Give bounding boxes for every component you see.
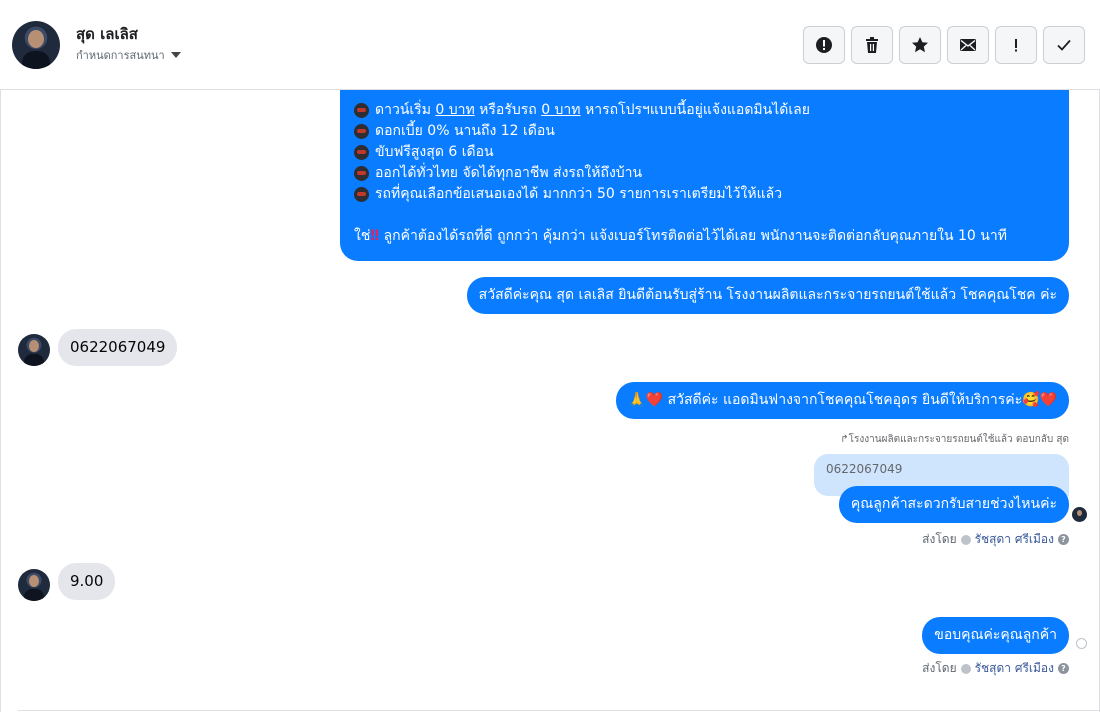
spam-button[interactable] bbox=[803, 26, 845, 64]
mark-unread-button[interactable] bbox=[947, 26, 989, 64]
envelope-icon bbox=[960, 39, 976, 51]
exclamation-icon bbox=[1015, 39, 1017, 52]
reply-context-label: ↱โรงงานผลิตและกระจายรถยนต์ใช้แล้ว ตอบกลั… bbox=[840, 434, 1069, 445]
check-icon bbox=[1057, 39, 1071, 51]
customer-time-bubble[interactable]: 9.00 bbox=[58, 563, 116, 600]
conversation-header: สุด เลเลิส กำหนดการสนทนา bbox=[0, 0, 1100, 90]
customer-phone-bubble[interactable]: 0622067049 bbox=[58, 329, 178, 366]
composer-divider bbox=[18, 710, 1100, 711]
seen-avatar bbox=[1072, 507, 1087, 522]
message-list[interactable]: ดาวน์เริ่ม 0 บาท หรือรับรถ 0 บาท หารถโปร… bbox=[0, 90, 1100, 710]
sender-name[interactable]: รัชสุดา ศรีเมือง bbox=[975, 659, 1054, 678]
car-emoji-icon bbox=[354, 103, 369, 118]
sent-status-icon bbox=[1076, 638, 1087, 649]
double-exclamation-icon: ‼ bbox=[370, 228, 380, 244]
sender-name[interactable]: รัชสุดา ศรีเมือง bbox=[975, 530, 1054, 549]
welcome-message-bubble[interactable]: สวัสดีค่ะคุณ สุด เลเลิส ยินดีต้อนรับสู่ร… bbox=[466, 277, 1069, 314]
star-icon bbox=[912, 37, 928, 53]
promo-line: ขับฟรีสูงสุด 6 เดือน bbox=[354, 142, 1055, 163]
car-emoji-icon bbox=[354, 166, 369, 181]
delete-button[interactable] bbox=[851, 26, 893, 64]
conversation-toolbar bbox=[803, 26, 1085, 64]
help-icon[interactable]: ? bbox=[1058, 534, 1069, 545]
contact-avatar[interactable] bbox=[12, 21, 60, 69]
customer-avatar[interactable] bbox=[18, 334, 50, 366]
car-emoji-icon bbox=[354, 124, 369, 139]
promo-message-bubble[interactable]: ดาวน์เริ่ม 0 บาท หรือรับรถ 0 บาท หารถโปร… bbox=[340, 90, 1069, 261]
assign-conversation-dropdown[interactable]: กำหนดการสนทนา bbox=[76, 46, 181, 64]
ask-time-bubble[interactable]: คุณลูกค้าสะดวกรับสายช่วงไหนค่ะ bbox=[838, 486, 1069, 523]
admin-greeting-bubble[interactable]: 🙏❤️ สวัสดีค่ะ แอดมินฟางจากโชคคุณโชคอุดร … bbox=[616, 382, 1069, 419]
star-button[interactable] bbox=[899, 26, 941, 64]
follow-up-button[interactable] bbox=[995, 26, 1037, 64]
help-icon[interactable]: ? bbox=[1058, 663, 1069, 674]
assign-label: กำหนดการสนทนา bbox=[76, 49, 165, 62]
contact-name[interactable]: สุด เลเลิส bbox=[76, 22, 138, 46]
caret-down-icon bbox=[170, 52, 181, 58]
customer-avatar[interactable] bbox=[18, 569, 50, 601]
alert-circle-icon bbox=[816, 37, 832, 53]
promo-line: ดาวน์เริ่ม 0 บาท หรือรับรถ 0 บาท หารถโปร… bbox=[354, 100, 1055, 121]
promo-line: ออกได้ทั่วไทย จัดได้ทุกอาชีพ ส่งรถให้ถึง… bbox=[354, 163, 1055, 184]
verified-icon bbox=[960, 663, 971, 674]
promo-line: ใช่ ‼ ลูกค้าต้องได้รถที่ดี ถูกกว่า คุ้มกว… bbox=[354, 226, 1055, 247]
trash-icon bbox=[866, 37, 878, 53]
done-button[interactable] bbox=[1043, 26, 1085, 64]
verified-icon bbox=[960, 534, 971, 545]
thanks-bubble[interactable]: ขอบคุณค่ะคุณลูกค้า bbox=[922, 617, 1069, 654]
car-emoji-icon bbox=[354, 145, 369, 160]
sent-by-meta: ส่งโดย รัชสุดา ศรีเมือง ? bbox=[922, 659, 1069, 678]
car-emoji-icon bbox=[354, 187, 369, 202]
promo-line: ดอกเบี้ย 0% นานถึง 12 เดือน bbox=[354, 121, 1055, 142]
sent-by-meta: ส่งโดย รัชสุดา ศรีเมือง ? bbox=[922, 530, 1069, 549]
promo-line: รถที่คุณเลือกข้อเสนอเองได้ มากกว่า 50 รา… bbox=[354, 184, 1055, 205]
